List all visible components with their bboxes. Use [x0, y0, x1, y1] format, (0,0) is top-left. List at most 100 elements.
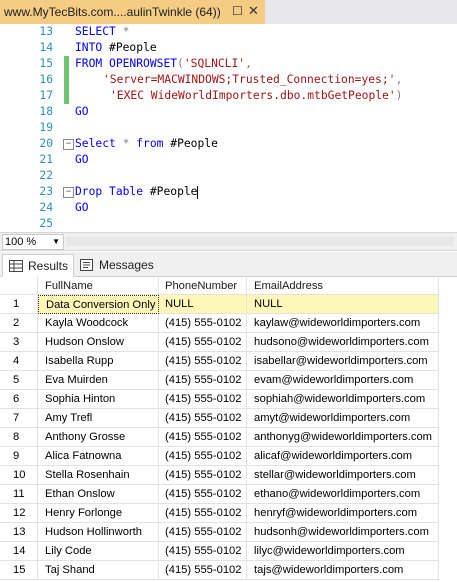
- cell-fullname[interactable]: Hudson Hollinworth: [38, 523, 159, 542]
- cell-phonenumber[interactable]: (415) 555-0102: [159, 390, 247, 409]
- row-number[interactable]: 11: [0, 485, 38, 504]
- tab-results[interactable]: Results: [2, 254, 74, 277]
- table-row[interactable]: 13 Hudson Hollinworth (415) 555-0102 hudson…: [0, 523, 457, 542]
- cell-fullname[interactable]: Henry Forlonge: [38, 504, 159, 523]
- cell-phonenumber[interactable]: (415) 555-0102: [159, 333, 247, 352]
- cell-phonenumber[interactable]: (415) 555-0102: [159, 409, 247, 428]
- cell-phonenumber[interactable]: (415) 555-0102: [159, 485, 247, 504]
- code-line: 19: [0, 120, 457, 136]
- cell-emailaddress[interactable]: NULL: [247, 295, 439, 314]
- cell-emailaddress[interactable]: stellar@wideworldimporters.com: [247, 466, 439, 485]
- zoom-select[interactable]: 100 % ▼: [2, 234, 64, 250]
- cell-emailaddress[interactable]: lilyc@wideworldimporters.com: [247, 542, 439, 561]
- tab-messages[interactable]: Messages: [74, 254, 156, 275]
- table-row[interactable]: 11 Ethan Onslow (415) 555-0102 ethano@widew…: [0, 485, 457, 504]
- line-number: 24: [39, 201, 53, 214]
- table-row[interactable]: 9 Alica Fatnowna (415) 555-0102 alicaf@wide…: [0, 447, 457, 466]
- cell-emailaddress[interactable]: hudsono@wideworldimporters.com: [247, 333, 439, 352]
- cell-emailaddress[interactable]: alicaf@wideworldimporters.com: [247, 447, 439, 466]
- cell-emailaddress[interactable]: isabellar@wideworldimporters.com: [247, 352, 439, 371]
- cell-emailaddress[interactable]: anthonyg@wideworldimporters.com: [247, 428, 439, 447]
- query-tab-title: www.MyTecBits.com....aulinTwinkle (64)): [4, 5, 221, 19]
- cell-fullname[interactable]: Amy Trefl: [38, 409, 159, 428]
- collapse-icon[interactable]: −: [63, 139, 74, 150]
- cell-fullname[interactable]: Data Conversion Only: [38, 295, 159, 314]
- row-number[interactable]: 2: [0, 314, 38, 333]
- row-number[interactable]: 12: [0, 504, 38, 523]
- cell-emailaddress[interactable]: sophiah@wideworldimporters.com: [247, 390, 439, 409]
- table-row[interactable]: 5 Eva Muirden (415) 555-0102 evam@wideworld…: [0, 371, 457, 390]
- horizontal-scrollbar[interactable]: [66, 237, 454, 246]
- pin-icon[interactable]: ☐: [232, 4, 243, 18]
- cell-phonenumber[interactable]: (415) 555-0102: [159, 352, 247, 371]
- row-number[interactable]: 9: [0, 447, 38, 466]
- cell-fullname[interactable]: Hudson Onslow: [38, 333, 159, 352]
- collapse-icon[interactable]: −: [63, 187, 74, 198]
- column-header-fullname[interactable]: FullName: [38, 277, 159, 295]
- row-number[interactable]: 4: [0, 352, 38, 371]
- cell-fullname[interactable]: Anthony Grosse: [38, 428, 159, 447]
- row-number[interactable]: 13: [0, 523, 38, 542]
- cell-emailaddress[interactable]: hudsonh@wideworldimporters.com: [247, 523, 439, 542]
- cell-fullname[interactable]: Isabella Rupp: [38, 352, 159, 371]
- row-number[interactable]: 3: [0, 333, 38, 352]
- results-grid[interactable]: FullName PhoneNumber EmailAddress 1 Data …: [0, 277, 457, 582]
- row-number[interactable]: 14: [0, 542, 38, 561]
- cell-fullname[interactable]: Lily Code: [38, 542, 159, 561]
- row-number[interactable]: 6: [0, 390, 38, 409]
- cell-emailaddress[interactable]: evam@wideworldimporters.com: [247, 371, 439, 390]
- row-number[interactable]: 5: [0, 371, 38, 390]
- line-number: 23: [39, 185, 53, 198]
- code-line: 23 − Drop Table #People: [0, 184, 457, 200]
- table-row[interactable]: 2 Kayla Woodcock (415) 555-0102 kaylaw@wide…: [0, 314, 457, 333]
- table-row[interactable]: 15 Taj Shand (415) 555-0102 tajs@wideworldi…: [0, 561, 457, 580]
- table-row[interactable]: 12 Henry Forlonge (415) 555-0102 henryf@wid…: [0, 504, 457, 523]
- cell-fullname[interactable]: Stella Rosenhain: [38, 466, 159, 485]
- row-number[interactable]: 15: [0, 561, 38, 580]
- cell-emailaddress[interactable]: ethano@wideworldimporters.com: [247, 485, 439, 504]
- sql-editor[interactable]: 13 SELECT * 14 INTO #People 15 FROM OPEN…: [0, 24, 457, 230]
- cell-fullname[interactable]: Eva Muirden: [38, 371, 159, 390]
- cell-emailaddress[interactable]: kaylaw@wideworldimporters.com: [247, 314, 439, 333]
- cell-emailaddress[interactable]: henryf@wideworldimporters.com: [247, 504, 439, 523]
- table-row[interactable]: 7 Amy Trefl (415) 555-0102 amyt@wideworldim…: [0, 409, 457, 428]
- close-icon[interactable]: ✕: [248, 3, 259, 19]
- column-header-phonenumber[interactable]: PhoneNumber: [159, 277, 247, 295]
- cell-phonenumber[interactable]: (415) 555-0102: [159, 314, 247, 333]
- cell-emailaddress[interactable]: tajs@wideworldimporters.com: [247, 561, 439, 580]
- cell-fullname[interactable]: Kayla Woodcock: [38, 314, 159, 333]
- table-row[interactable]: 8 Anthony Grosse (415) 555-0102 anthonyg@wi…: [0, 428, 457, 447]
- cell-fullname[interactable]: Ethan Onslow: [38, 485, 159, 504]
- cell-phonenumber[interactable]: (415) 555-0102: [159, 466, 247, 485]
- cell-fullname[interactable]: Alica Fatnowna: [38, 447, 159, 466]
- cell-phonenumber[interactable]: (415) 555-0102: [159, 523, 247, 542]
- cell-phonenumber[interactable]: NULL: [159, 295, 247, 314]
- code-line: 13 SELECT *: [0, 24, 457, 40]
- table-row[interactable]: 4 Isabella Rupp (415) 555-0102 isabellar@wi…: [0, 352, 457, 371]
- row-number[interactable]: 10: [0, 466, 38, 485]
- table-row[interactable]: 1 Data Conversion Only NULL NULL: [0, 295, 457, 314]
- cell-emailaddress[interactable]: amyt@wideworldimporters.com: [247, 409, 439, 428]
- cell-phonenumber[interactable]: (415) 555-0102: [159, 447, 247, 466]
- row-number-header[interactable]: [0, 277, 38, 295]
- row-number[interactable]: 8: [0, 428, 38, 447]
- line-number: 14: [39, 41, 53, 54]
- query-document-tab[interactable]: www.MyTecBits.com....aulinTwinkle (64)) …: [0, 0, 265, 24]
- code-text: 'Server=MACWINDOWS;Trusted_Connection=ye…: [103, 73, 403, 86]
- text-caret: [197, 185, 199, 199]
- code-text: GO: [75, 105, 89, 118]
- cell-phonenumber[interactable]: (415) 555-0102: [159, 561, 247, 580]
- cell-phonenumber[interactable]: (415) 555-0102: [159, 504, 247, 523]
- table-row[interactable]: 10 Stella Rosenhain (415) 555-0102 stellar@…: [0, 466, 457, 485]
- row-number[interactable]: 7: [0, 409, 38, 428]
- cell-fullname[interactable]: Taj Shand: [38, 561, 159, 580]
- cell-phonenumber[interactable]: (415) 555-0102: [159, 428, 247, 447]
- table-row[interactable]: 6 Sophia Hinton (415) 555-0102 sophiah@wide…: [0, 390, 457, 409]
- cell-phonenumber[interactable]: (415) 555-0102: [159, 542, 247, 561]
- cell-phonenumber[interactable]: (415) 555-0102: [159, 371, 247, 390]
- row-number[interactable]: 1: [0, 295, 38, 314]
- table-row[interactable]: 14 Lily Code (415) 555-0102 lilyc@wideworld…: [0, 542, 457, 561]
- column-header-emailaddress[interactable]: EmailAddress: [247, 277, 439, 295]
- cell-fullname[interactable]: Sophia Hinton: [38, 390, 159, 409]
- table-row[interactable]: 3 Hudson Onslow (415) 555-0102 hudsono@wide…: [0, 333, 457, 352]
